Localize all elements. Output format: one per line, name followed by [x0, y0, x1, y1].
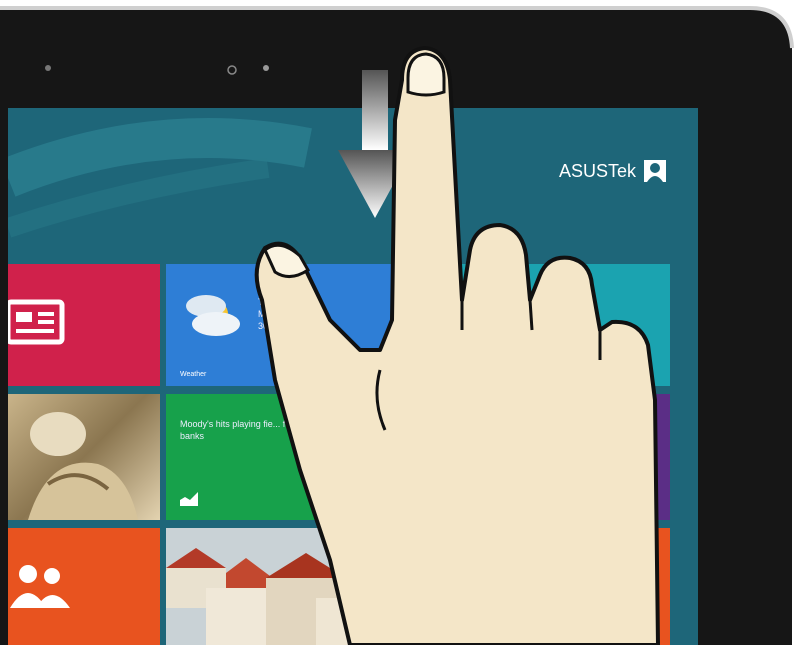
- teal-tile[interactable]: [400, 264, 670, 386]
- weather-condition: Mostly: [258, 309, 285, 319]
- city-photo: [166, 528, 416, 645]
- swipe-down-arrow-icon: [338, 70, 412, 218]
- dashboard-text: Dashboard: [566, 625, 601, 632]
- user-account[interactable]: ASUSTek: [559, 160, 666, 182]
- weather-icon: [186, 295, 240, 336]
- weather-text: Ca Taipe Mostly 30°/7: [258, 284, 284, 332]
- news-tile[interactable]: [8, 264, 160, 386]
- mail-text: Xbox 360 Sweep: [432, 625, 485, 632]
- people-tile[interactable]: [8, 528, 160, 645]
- dashboard-tile[interactable]: Dashboard: [558, 528, 670, 645]
- weather-city: Taipe: [258, 297, 280, 307]
- weather-range: 30°/7: [258, 321, 280, 331]
- news-icon: [8, 299, 65, 345]
- people-icon: [10, 565, 70, 608]
- purple-tile[interactable]: [612, 394, 670, 520]
- statue-photo: [28, 412, 138, 520]
- user-avatar-icon: [644, 160, 666, 182]
- mail-tile[interactable]: Xbox 360 Sweep: [422, 528, 552, 645]
- weather-tile[interactable]: Ca Taipe Mostly 30°/7 Weather: [166, 264, 394, 386]
- weather-temp: Ca: [258, 283, 274, 297]
- finance-text: Moody's hits playing fie... fewer banks: [180, 419, 305, 441]
- photo-tile-city[interactable]: [166, 528, 416, 645]
- finance-tile[interactable]: Moody's hits playing fie... fewer banks: [166, 394, 316, 520]
- finance-chart-icon: [180, 492, 198, 506]
- user-name: ASUSTek: [558, 160, 636, 181]
- photo-tile-statue[interactable]: [8, 394, 160, 520]
- weather-tile-label: Weather: [180, 371, 207, 378]
